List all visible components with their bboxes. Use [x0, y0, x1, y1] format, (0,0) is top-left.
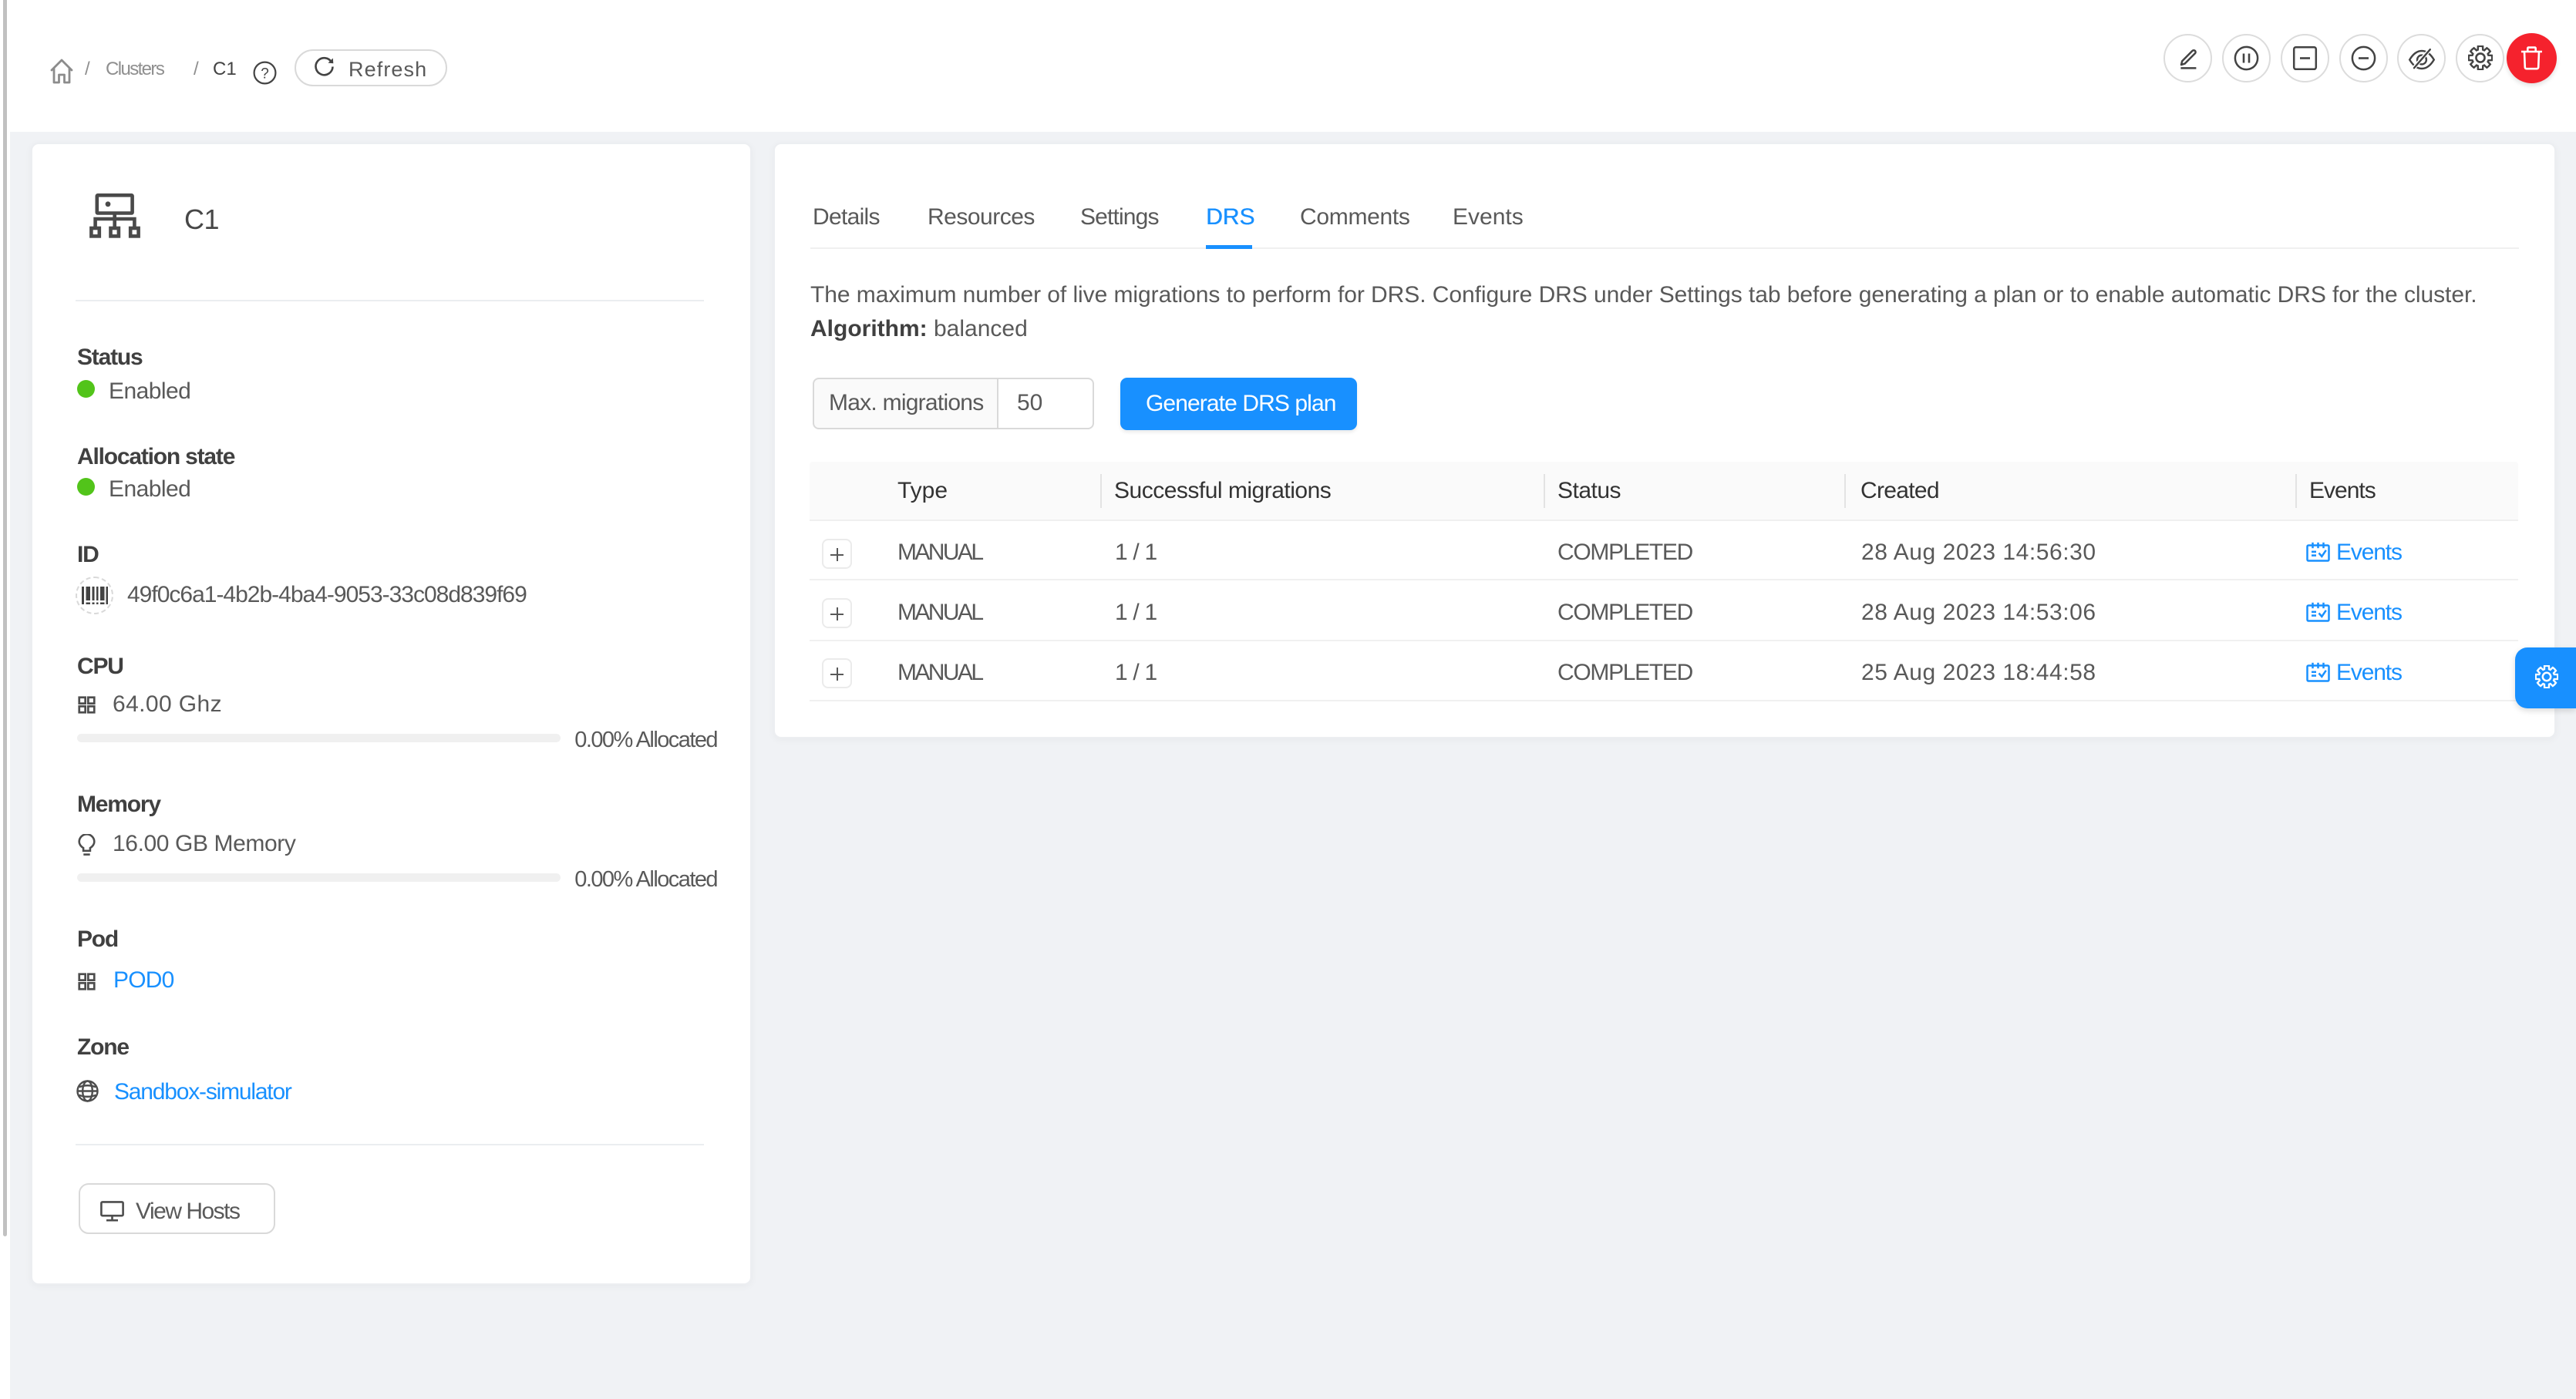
svg-text:?: ? [261, 66, 269, 82]
